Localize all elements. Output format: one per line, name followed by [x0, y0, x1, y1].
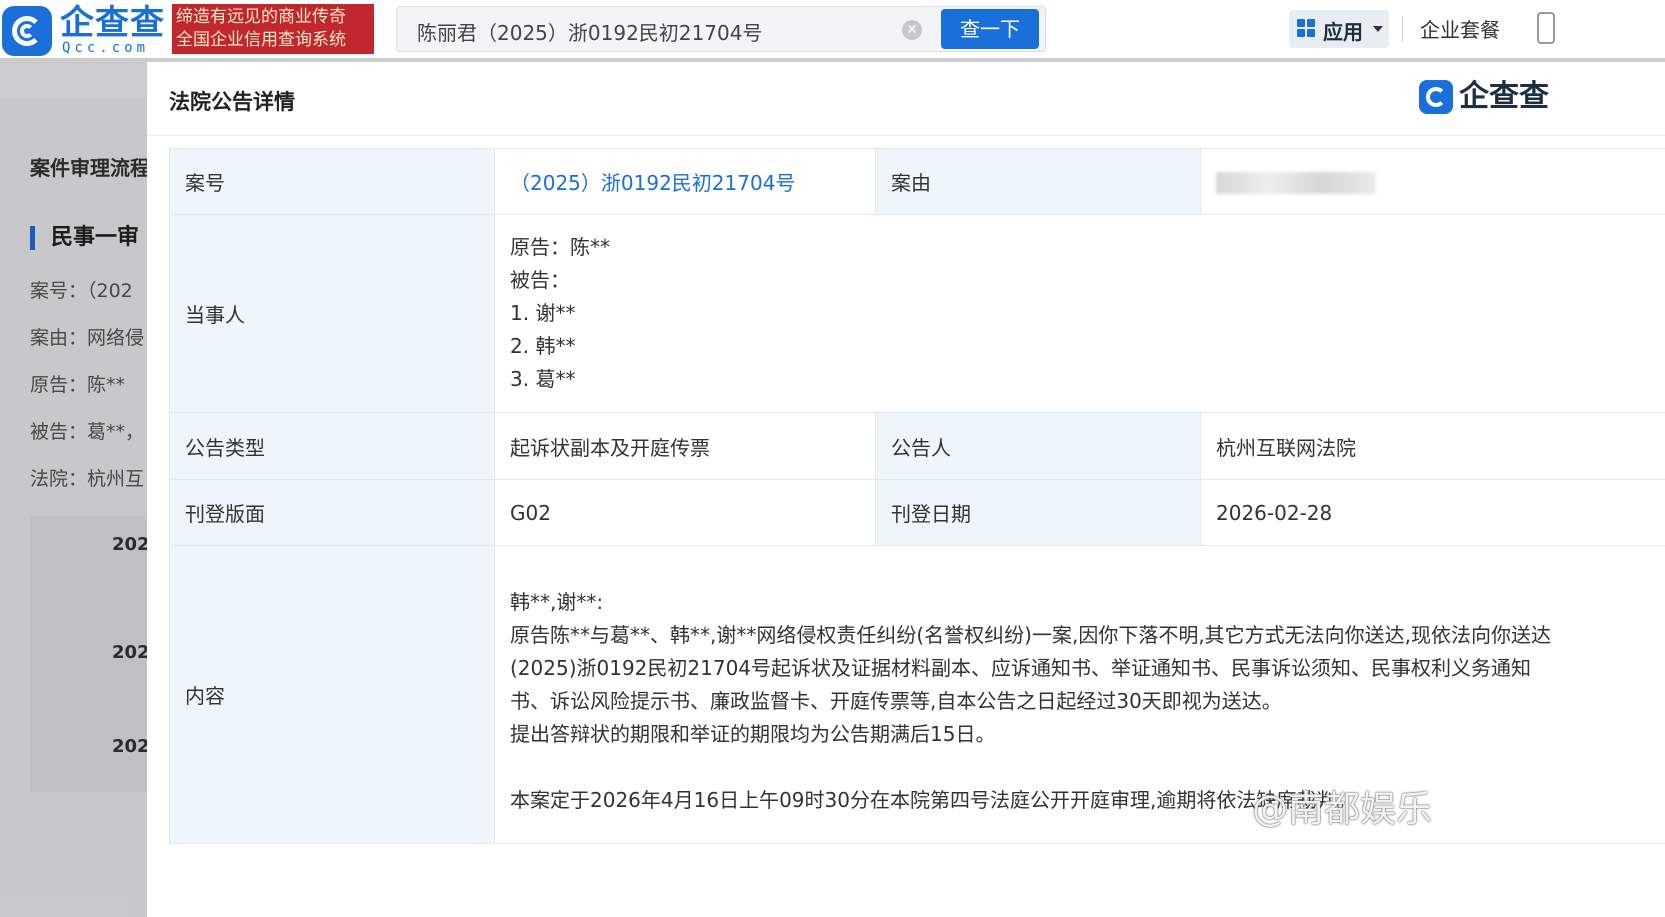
announcer-label: 公告人: [875, 412, 1201, 480]
modal-title: 法院公告详情: [169, 90, 295, 114]
content-line: (2025)浙0192民初21704号起诉状及证据材料副本、应诉通知书、举证通知…: [510, 656, 1532, 680]
case-no-label: 案号: [169, 148, 495, 215]
table-row: 内容 韩**,谢**: 原告陈**与葛**、韩**,谢**网络侵权责任纠纷(名誉…: [169, 545, 1665, 844]
content-value: 韩**,谢**: 原告陈**与葛**、韩**,谢**网络侵权责任纠纷(名誉权纠纷…: [494, 545, 1665, 844]
logo-badge-icon: [2, 6, 52, 56]
brand-icon: [1419, 80, 1453, 114]
search-value[interactable]: 陈丽君（2025）浙0192民初21704号: [417, 17, 762, 46]
notice-detail-modal: 法院公告详情 企查查 案号 （2025）浙0192民初21704号 案由 当事人: [147, 62, 1665, 917]
table-row: 刊登版面 G02 刊登日期 2026-02-28: [169, 479, 1665, 546]
party-plaintiff: 原告：陈**: [510, 235, 610, 259]
case-no-value: （2025）浙0192民初21704号: [494, 148, 876, 215]
parties-label: 当事人: [169, 214, 495, 413]
notice-detail-table: 案号 （2025）浙0192民初21704号 案由 当事人 原告：陈** 被告：…: [169, 148, 1665, 844]
party-defendant-heading: 被告：: [510, 268, 570, 292]
cause-label: 案由: [875, 148, 1201, 215]
slogan-line-2: 全国企业信用查询系统: [176, 30, 346, 50]
case-no-link[interactable]: （2025）浙0192民初21704号: [510, 171, 795, 195]
party-defendant-1: 1. 谢**: [510, 301, 576, 325]
content-line: 韩**,谢**:: [510, 590, 604, 614]
apps-menu-button[interactable]: 应用: [1289, 10, 1389, 48]
notice-type-value: 起诉状副本及开庭传票: [494, 412, 876, 480]
table-row: 公告类型 起诉状副本及开庭传票 公告人 杭州互联网法院: [169, 412, 1665, 480]
divider: [1402, 16, 1403, 42]
clear-icon[interactable]: ✕: [902, 20, 922, 40]
party-defendant-3: 3. 葛**: [510, 367, 576, 391]
modal-header: 法院公告详情 企查查: [147, 62, 1665, 136]
slogan-line-1: 缔造有远见的商业传奇: [176, 7, 346, 27]
site-logo[interactable]: 企查查 Qcc.com: [2, 4, 172, 56]
date-label: 刊登日期: [875, 479, 1201, 546]
date-value: 2026-02-28: [1200, 479, 1665, 546]
chevron-down-icon: [1373, 26, 1383, 32]
packages-link[interactable]: 企业套餐: [1420, 14, 1500, 43]
announcer-value: 杭州互联网法院: [1200, 412, 1665, 480]
content-line: [510, 751, 1650, 784]
content-line: 书、诉讼风险提示书、廉政监督卡、开庭传票等,自本公告之日起经过30天即视为送达。: [510, 689, 1282, 713]
logo-text: 企查查: [60, 3, 165, 43]
content-line: 本案定于2026年4月16日上午09时30分在本院第四号法庭公开开庭审理,逾期将…: [510, 788, 1357, 812]
search-button[interactable]: 查一下: [941, 9, 1039, 49]
modal-brand-logo: 企查查: [1419, 78, 1559, 118]
parties-value: 原告：陈** 被告： 1. 谢** 2. 韩** 3. 葛**: [494, 214, 1665, 413]
apps-label: 应用: [1323, 20, 1363, 44]
content-line: 原告陈**与葛**、韩**,谢**网络侵权责任纠纷(名誉权纠纷)一案,因你下落不…: [510, 623, 1552, 647]
top-header: 企查查 Qcc.com 缔造有远见的商业传奇 全国企业信用查询系统 陈丽君（20…: [0, 0, 1665, 58]
brand-text: 企查查: [1459, 79, 1549, 114]
search-input[interactable]: 陈丽君（2025）浙0192民初21704号 ✕ 查一下: [396, 6, 1046, 52]
table-row: 案号 （2025）浙0192民初21704号 案由: [169, 148, 1665, 215]
grid-icon: [1297, 19, 1317, 39]
page-label: 刊登版面: [169, 479, 495, 546]
logo-domain: Qcc.com: [62, 40, 150, 56]
redacted-cause: [1216, 171, 1376, 194]
page-value: G02: [494, 479, 876, 546]
mobile-icon[interactable]: [1537, 12, 1555, 44]
table-row: 当事人 原告：陈** 被告： 1. 谢** 2. 韩** 3. 葛**: [169, 214, 1665, 413]
weibo-watermark: @南都娱乐: [1252, 789, 1433, 830]
party-defendant-2: 2. 韩**: [510, 334, 576, 358]
slogan-banner: 缔造有远见的商业传奇 全国企业信用查询系统: [172, 4, 374, 54]
content-line: 提出答辩状的期限和举证的期限均为公告期满后15日。: [510, 722, 996, 746]
notice-type-label: 公告类型: [169, 412, 495, 480]
cause-value: [1200, 148, 1665, 215]
content-label: 内容: [169, 545, 495, 844]
